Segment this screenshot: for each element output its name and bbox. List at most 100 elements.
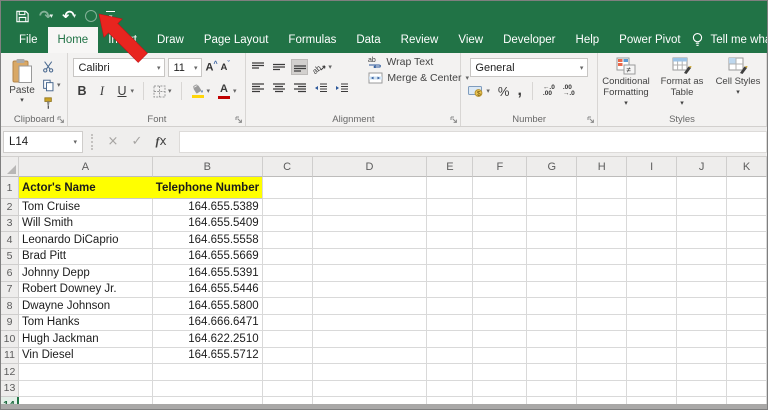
cell-G9[interactable] (527, 314, 578, 331)
cell-H13[interactable] (577, 380, 628, 397)
column-header-E[interactable]: E (427, 157, 474, 177)
cell-B9[interactable]: 164.666.6471 (152, 314, 263, 331)
cell-F6[interactable] (473, 265, 528, 282)
cell-J5[interactable] (677, 248, 728, 265)
tab-review[interactable]: Review (391, 27, 449, 53)
column-header-B[interactable]: B (152, 157, 263, 177)
cell-D8[interactable] (312, 298, 428, 315)
cell-F11[interactable] (473, 347, 528, 364)
cell-C12[interactable] (262, 364, 313, 381)
cell-H11[interactable] (577, 347, 628, 364)
cell-K5[interactable] (727, 248, 767, 265)
cell-I9[interactable] (627, 314, 678, 331)
cell-E10[interactable] (427, 331, 474, 348)
cell-A4[interactable]: Leonardo DiCaprio (18, 232, 153, 249)
cell-K11[interactable] (727, 347, 767, 364)
accounting-format-button[interactable]: $ ▾ (468, 84, 490, 99)
tab-page-layout[interactable]: Page Layout (194, 27, 279, 53)
cell-K8[interactable] (727, 298, 767, 315)
merge-center-button[interactable]: Merge & Center ▾ (368, 72, 469, 84)
cell-E8[interactable] (427, 298, 474, 315)
row-header-7[interactable]: 7 (1, 281, 19, 298)
cell-J2[interactable] (677, 199, 728, 216)
cell-H12[interactable] (577, 364, 628, 381)
cell-I3[interactable] (627, 215, 678, 232)
cell-H9[interactable] (577, 314, 628, 331)
cell-H2[interactable] (577, 199, 628, 216)
cell-C9[interactable] (262, 314, 313, 331)
cell-J6[interactable] (677, 265, 728, 282)
cell-C2[interactable] (262, 199, 313, 216)
cell-E9[interactable] (427, 314, 474, 331)
percent-style-button[interactable]: % (498, 84, 510, 99)
cell-K6[interactable] (727, 265, 767, 282)
cell-D6[interactable] (312, 265, 428, 282)
tab-view[interactable]: View (448, 27, 493, 53)
undo-button[interactable]: ↶ ▾ (62, 8, 76, 24)
cell-D10[interactable] (312, 331, 428, 348)
cancel-icon[interactable]: × (101, 134, 125, 149)
cell-G5[interactable] (527, 248, 578, 265)
alignment-dialog-launcher-icon[interactable] (450, 116, 458, 124)
cell-A13[interactable] (18, 380, 153, 397)
cell-I7[interactable] (627, 281, 678, 298)
cell-C4[interactable] (262, 232, 313, 249)
row-header-8[interactable]: 8 (1, 298, 19, 315)
cell-I12[interactable] (627, 364, 678, 381)
font-dialog-launcher-icon[interactable] (235, 116, 243, 124)
cell-styles-button[interactable]: Cell Styles ▾ (713, 57, 763, 111)
cell-A3[interactable]: Will Smith (18, 215, 153, 232)
redo-button[interactable]: ↷ ▾ (39, 8, 53, 24)
cell-F3[interactable] (473, 215, 528, 232)
cell-C11[interactable] (262, 347, 313, 364)
bold-button[interactable]: B (75, 85, 88, 98)
cell-D11[interactable] (312, 347, 428, 364)
cell-J9[interactable] (677, 314, 728, 331)
row-header-1[interactable]: 1 (1, 177, 19, 199)
copy-button[interactable]: ▾ (42, 78, 61, 93)
cell-H7[interactable] (577, 281, 628, 298)
row-header-10[interactable]: 10 (1, 331, 19, 348)
cell-I13[interactable] (627, 380, 678, 397)
cell-A8[interactable]: Dwayne Johnson (18, 298, 153, 315)
fill-color-button[interactable]: ▾ (191, 84, 210, 99)
cell-J11[interactable] (677, 347, 728, 364)
cell-F7[interactable] (473, 281, 528, 298)
middle-align-button[interactable] (270, 59, 287, 75)
row-header-3[interactable]: 3 (1, 215, 19, 232)
cell-J12[interactable] (677, 364, 728, 381)
cell-B5[interactable]: 164.655.5669 (152, 248, 263, 265)
decrease-indent-button[interactable] (312, 80, 329, 96)
wrap-text-button[interactable]: ab Wrap Text (368, 56, 469, 68)
cell-B4[interactable]: 164.655.5558 (152, 232, 263, 249)
align-left-button[interactable] (249, 80, 266, 96)
format-as-table-button[interactable]: Format as Table ▾ (657, 57, 707, 111)
cell-B12[interactable] (152, 364, 263, 381)
enter-check-icon[interactable]: ✓ (125, 134, 149, 149)
cell-F5[interactable] (473, 248, 528, 265)
decrease-font-size-button[interactable]: Aˇ (221, 61, 230, 73)
cell-J1[interactable] (677, 177, 728, 199)
cell-I10[interactable] (627, 331, 678, 348)
cell-I8[interactable] (627, 298, 678, 315)
cell-K12[interactable] (727, 364, 767, 381)
cell-G11[interactable] (527, 347, 578, 364)
cell-B2[interactable]: 164.655.5389 (152, 199, 263, 216)
increase-font-size-button[interactable]: A^ (205, 61, 217, 74)
orientation-button[interactable]: ab ▾ (312, 60, 332, 75)
borders-button[interactable]: ▾ (153, 84, 172, 99)
cell-C1[interactable] (262, 177, 313, 199)
cell-A9[interactable]: Tom Hanks (18, 314, 153, 331)
cell-F12[interactable] (473, 364, 528, 381)
cell-B13[interactable] (152, 380, 263, 397)
font-color-button[interactable]: A ▾ (217, 83, 237, 99)
cell-E12[interactable] (427, 364, 474, 381)
column-header-A[interactable]: A (18, 157, 153, 177)
cell-K10[interactable] (727, 331, 767, 348)
row-header-9[interactable]: 9 (1, 314, 19, 331)
cell-E7[interactable] (427, 281, 474, 298)
cell-A2[interactable]: Tom Cruise (18, 199, 153, 216)
cell-F8[interactable] (473, 298, 528, 315)
cell-I1[interactable] (627, 177, 678, 199)
underline-button[interactable]: U ▾ (115, 84, 134, 99)
